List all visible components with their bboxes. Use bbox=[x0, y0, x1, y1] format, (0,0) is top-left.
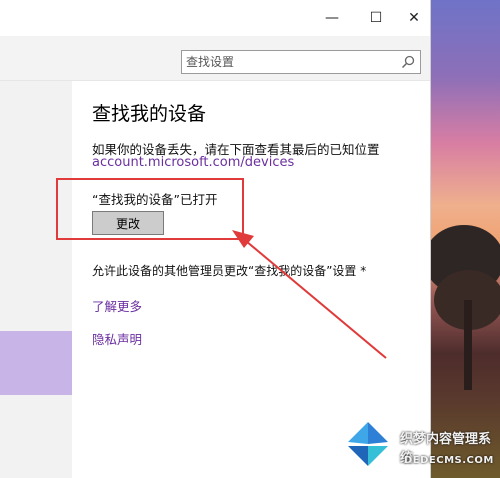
search-input[interactable] bbox=[186, 51, 396, 73]
maximize-icon: ☐ bbox=[369, 10, 383, 26]
desktop-wallpaper bbox=[424, 0, 500, 478]
search-box[interactable] bbox=[181, 50, 421, 74]
close-button[interactable]: ✕ bbox=[392, 0, 436, 36]
watermark-url: DEDECMS.COM bbox=[404, 455, 494, 466]
close-icon: ✕ bbox=[408, 10, 420, 26]
minimize-button[interactable]: — bbox=[310, 0, 354, 36]
privacy-statement-link[interactable]: 隐私声明 bbox=[92, 329, 142, 348]
annotation-highlight-box bbox=[56, 178, 244, 240]
main-content: 查找我的设备 如果你的设备丢失，请在下面查看其最后的已知位置 account.m… bbox=[72, 81, 430, 478]
admin-permission-text: 允许此设备的其他管理员更改“查找我的设备”设置 * bbox=[92, 264, 367, 278]
page-title: 查找我的设备 bbox=[92, 103, 207, 125]
watermark-logo-icon bbox=[348, 422, 388, 466]
minimize-icon: — bbox=[325, 10, 339, 26]
learn-more-link[interactable]: 了解更多 bbox=[92, 296, 142, 315]
search-icon[interactable] bbox=[400, 54, 416, 70]
tree-trunk bbox=[464, 300, 472, 390]
left-navigation bbox=[0, 81, 72, 478]
nav-item-selected[interactable] bbox=[0, 331, 72, 395]
devices-link[interactable]: account.microsoft.com/devices bbox=[92, 155, 294, 170]
title-bar[interactable]: — ☐ ✕ bbox=[0, 0, 430, 36]
